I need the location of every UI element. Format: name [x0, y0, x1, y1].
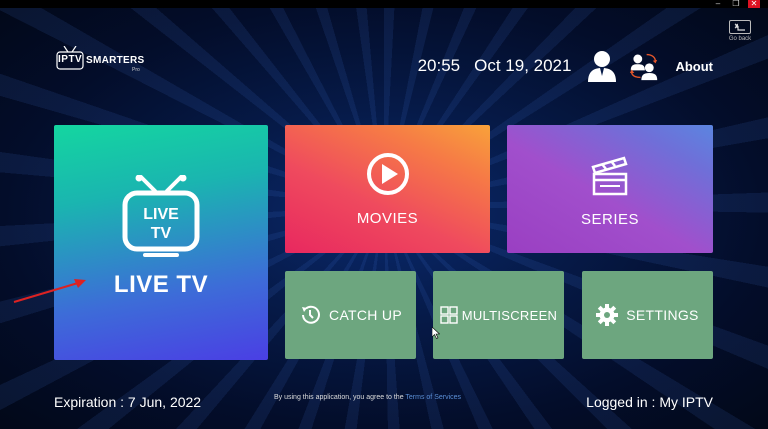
minimize-button[interactable]: – — [712, 0, 724, 8]
back-arrow-icon — [729, 20, 751, 34]
close-button[interactable]: ✕ — [748, 0, 760, 8]
settings-label: SETTINGS — [626, 307, 699, 323]
catch-up-tile[interactable]: CATCH UP — [285, 271, 416, 359]
about-link[interactable]: About — [675, 59, 713, 74]
agreement-prefix: By using this application, you agree to … — [274, 394, 406, 401]
live-tv-icon-text-line2: TV — [151, 225, 172, 242]
mouse-cursor — [432, 327, 440, 339]
restore-button[interactable]: ❐ — [730, 0, 742, 8]
movies-label: MOVIES — [356, 209, 419, 227]
live-tv-icon-text-line1: LIVE — [143, 206, 179, 223]
go-back-label: Go back — [728, 36, 752, 42]
movies-tile[interactable]: MOVIES — [285, 125, 490, 253]
user-icon[interactable] — [587, 49, 617, 83]
clock-date: Oct 19, 2021 — [474, 56, 572, 75]
header-status: 20:55 Oct 19, 2021 About — [418, 46, 713, 86]
play-icon — [366, 152, 409, 195]
agreement-text: By using this application, you agree to … — [274, 394, 461, 401]
terms-of-services-link[interactable]: Terms of Services — [405, 394, 461, 401]
clock-time: 20:55 — [417, 56, 461, 75]
live-tv-label: LIVE TV — [113, 270, 209, 298]
clapperboard-icon — [591, 155, 628, 195]
logo-edition-text: Pro — [132, 67, 140, 73]
logged-in-text: Logged in : My IPTV — [586, 394, 713, 410]
series-tile[interactable]: SERIES — [507, 125, 713, 253]
app-logo: IPTV SMARTERS Pro — [56, 42, 156, 76]
multiscreen-tile[interactable]: MULTISCREEN — [433, 271, 564, 359]
expiration-text: Expiration : 7 Jun, 2022 — [54, 394, 202, 410]
catch-up-label: CATCH UP — [329, 307, 402, 323]
live-tv-tile[interactable]: LIVE TV LIVE TV — [54, 125, 268, 360]
window-titlebar — [0, 0, 768, 8]
go-back-button[interactable]: Go back — [726, 20, 754, 42]
gear-icon — [596, 304, 619, 326]
series-label: SERIES — [580, 210, 640, 228]
logo-iptv-text: IPTV — [58, 54, 83, 65]
live-tv-icon: LIVE TV — [122, 174, 200, 257]
settings-tile[interactable]: SETTINGS — [582, 271, 713, 359]
logo-brand-text: SMARTERS — [86, 55, 145, 66]
multiscreen-label: MULTISCREEN — [461, 307, 558, 323]
grid-icon — [440, 306, 458, 324]
window-controls: – ❐ ✕ — [712, 0, 768, 8]
history-icon — [302, 305, 321, 324]
switch-user-icon[interactable] — [629, 49, 659, 83]
annotation-arrow — [13, 279, 86, 303]
